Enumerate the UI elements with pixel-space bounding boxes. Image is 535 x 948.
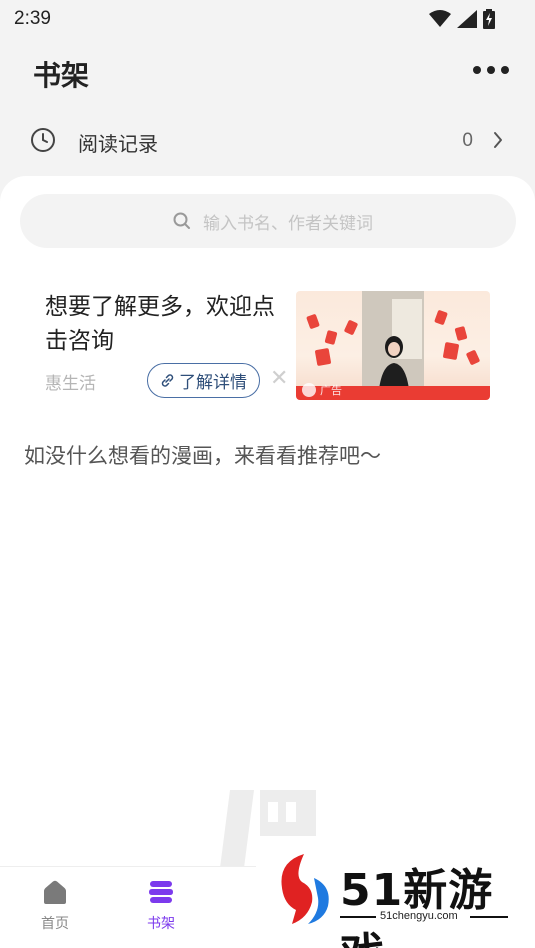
page-title: 书架 <box>33 59 90 92</box>
search-placeholder: 输入书名、作者关键词 <box>203 213 373 234</box>
envelope-icon <box>442 341 460 361</box>
envelope-icon <box>306 313 320 330</box>
envelope-icon <box>343 319 359 336</box>
ad-details-button[interactable]: 了解详情 <box>147 363 260 398</box>
nav-item-home[interactable]: 首页 <box>20 879 90 933</box>
brand-watermark: 51新游戏 51chengyu.com <box>256 836 535 948</box>
brand-name: 51新游戏 <box>340 865 494 948</box>
nav-label-home: 首页 <box>41 916 69 932</box>
link-icon <box>161 374 174 387</box>
envelope-icon <box>454 325 468 342</box>
status-bar: 2:39 <box>0 0 535 40</box>
envelope-icon <box>314 347 332 367</box>
brand-logo-icon <box>281 854 329 924</box>
nav-item-bookshelf[interactable]: 书架 <box>126 879 196 933</box>
reading-history-count: 0 <box>462 130 473 151</box>
clock-icon <box>31 128 55 152</box>
more-dot-icon <box>473 66 481 74</box>
bookshelf-panel: 输入书名、作者关键词 想要了解更多，欢迎点击咨询 惠生活 了解详情 ✕ 广告 如… <box>0 176 535 868</box>
ad-source: 惠生活 <box>45 374 96 394</box>
more-dot-icon <box>501 66 509 74</box>
bookshelf-icon <box>149 881 173 903</box>
empty-shelf-message: 如没什么想看的漫画，来看看推荐吧～ <box>24 444 381 468</box>
chevron-right-icon <box>494 132 502 148</box>
wifi-icon <box>429 10 451 27</box>
status-icons <box>429 9 495 29</box>
status-time: 2:39 <box>14 8 51 29</box>
search-icon <box>173 212 190 229</box>
envelope-icon <box>324 329 338 346</box>
brand-url: 51chengyu.com <box>380 910 458 922</box>
envelope-icon <box>434 309 448 326</box>
battery-charging-icon <box>483 9 495 29</box>
ad-tag: 广告 <box>320 384 342 397</box>
brand-divider <box>340 916 376 918</box>
ad-logo-icon <box>302 383 316 397</box>
home-icon <box>44 880 66 904</box>
ad-close-icon[interactable]: ✕ <box>270 368 288 390</box>
reading-history-label: 阅读记录 <box>78 132 158 156</box>
app-header: 书架 <box>0 40 535 104</box>
brand-divider <box>470 916 508 918</box>
signal-icon <box>457 10 477 28</box>
ad-details-label: 了解详情 <box>179 373 247 393</box>
ad-image[interactable]: 广告 <box>296 291 490 400</box>
envelope-icon <box>465 349 481 366</box>
nav-label-bookshelf: 书架 <box>147 916 175 932</box>
reading-history-row[interactable]: 阅读记录 0 <box>0 112 535 168</box>
ad-title: 想要了解更多，欢迎点击咨询 <box>45 294 275 354</box>
more-dot-icon <box>487 66 495 74</box>
more-options-button[interactable] <box>473 62 509 78</box>
ad-card[interactable]: 想要了解更多，欢迎点击咨询 惠生活 了解详情 ✕ 广告 <box>26 286 496 406</box>
search-input[interactable]: 输入书名、作者关键词 <box>20 194 516 248</box>
